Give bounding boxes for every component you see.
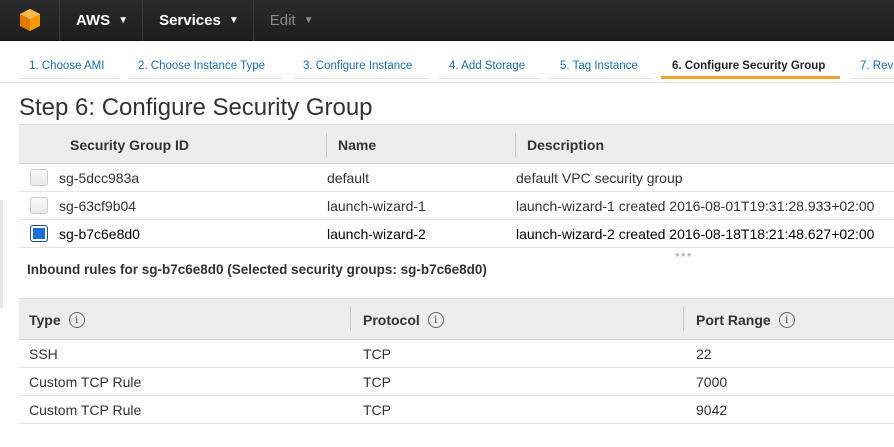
wizard-step-configure-instance[interactable]: 3. Configure Instance (293, 60, 429, 79)
rule-protocol: TCP (363, 346, 391, 362)
security-group-description: launch-wizard-1 created 2016-08-01T19:31… (516, 198, 875, 214)
column-divider (515, 133, 516, 157)
rule-port-range: 22 (696, 346, 712, 362)
column-header-protocol-label: Protocol (363, 312, 420, 328)
table-row-selected[interactable]: sg-b7c6e8d0 launch-wizard-2 launch-wizar… (19, 220, 894, 248)
column-header-description[interactable]: Description (527, 137, 604, 153)
wizard-step-tag-instance[interactable]: 5. Tag Instance (550, 60, 652, 79)
security-group-description: default VPC security group (516, 170, 683, 186)
column-header-type-label: Type (29, 312, 61, 328)
security-group-name: launch-wizard-2 (327, 226, 426, 242)
top-nav-bar: AWS ▼ Services ▼ Edit ▼ (0, 0, 894, 41)
aws-menu-label: AWS (76, 11, 111, 29)
checkbox-icon[interactable] (30, 197, 48, 214)
wizard-step-security-group[interactable]: 6. Configure Security Group (661, 60, 840, 79)
table-row[interactable]: sg-63cf9b04 launch-wizard-1 launch-wizar… (19, 192, 894, 220)
resize-handle[interactable] (0, 200, 3, 308)
edit-menu-label: Edit (269, 11, 296, 29)
rule-type: Custom TCP Rule (29, 402, 142, 418)
security-group-description: launch-wizard-2 created 2016-08-18T18:21… (516, 226, 875, 242)
table-header: Security Group ID Name Description (19, 124, 894, 164)
security-group-id: sg-63cf9b04 (59, 198, 137, 214)
column-header-protocol[interactable]: Protocol i (363, 312, 444, 328)
rule-type: Custom TCP Rule (29, 374, 142, 390)
column-divider (683, 307, 684, 331)
wizard-step-choose-ami[interactable]: 1. Choose AMI (19, 60, 120, 79)
column-divider (326, 133, 327, 157)
services-menu[interactable]: Services ▼ (143, 0, 254, 41)
rule-type: SSH (29, 346, 58, 362)
security-group-name: default (327, 170, 370, 186)
chevron-down-icon: ▼ (228, 14, 239, 26)
aws-logo[interactable] (0, 0, 60, 41)
wizard-step-instance-type[interactable]: 2. Choose Instance Type (128, 60, 283, 79)
chevron-down-icon: ▼ (118, 14, 129, 26)
wizard-step-add-storage[interactable]: 4. Add Storage (439, 60, 540, 79)
column-header-port-range[interactable]: Port Range i (696, 312, 795, 328)
column-header-port-range-label: Port Range (696, 312, 771, 328)
column-header-name[interactable]: Name (338, 137, 376, 153)
rule-protocol: TCP (363, 402, 391, 418)
table-row: Custom TCP Rule TCP 9042 (19, 396, 894, 424)
column-divider (350, 307, 351, 331)
drag-handle-icon[interactable]: ●●● (675, 250, 693, 259)
inbound-rules-table: Type i Protocol i Port Range i SSH TCP 2… (19, 298, 894, 424)
security-group-table: Security Group ID Name Description sg-5d… (19, 124, 894, 248)
security-group-name: launch-wizard-1 (327, 198, 426, 214)
checkbox-checked-icon[interactable] (30, 225, 48, 242)
page-title: Step 6: Configure Security Group (19, 94, 373, 121)
info-icon[interactable]: i (778, 312, 795, 328)
aws-menu[interactable]: AWS ▼ (60, 0, 144, 41)
aws-cube-icon (19, 9, 40, 31)
inbound-rules-title: Inbound rules for sg-b7c6e8d0 (Selected … (27, 262, 487, 277)
security-group-id: sg-5dcc983a (59, 170, 140, 186)
info-icon[interactable]: i (68, 312, 85, 328)
chevron-down-icon: ▼ (303, 14, 314, 26)
info-icon[interactable]: i (427, 312, 444, 328)
security-group-id: sg-b7c6e8d0 (59, 226, 140, 242)
column-header-type[interactable]: Type i (29, 312, 85, 328)
edit-menu[interactable]: Edit ▼ (254, 0, 328, 41)
table-row: Custom TCP Rule TCP 7000 (19, 368, 894, 396)
services-menu-label: Services (159, 11, 221, 29)
rule-port-range: 7000 (696, 374, 728, 390)
rule-port-range: 9042 (696, 402, 728, 418)
column-header-security-group-id[interactable]: Security Group ID (70, 137, 189, 153)
table-row[interactable]: sg-5dcc983a default default VPC security… (19, 164, 894, 192)
table-row: SSH TCP 22 (19, 340, 894, 368)
wizard-step-review[interactable]: 7. Rev (850, 60, 894, 79)
checkbox-icon[interactable] (30, 169, 48, 186)
table-header: Type i Protocol i Port Range i (19, 298, 894, 340)
rule-protocol: TCP (363, 374, 391, 390)
wizard-steps: 1. Choose AMI 2. Choose Instance Type 3.… (0, 41, 894, 83)
